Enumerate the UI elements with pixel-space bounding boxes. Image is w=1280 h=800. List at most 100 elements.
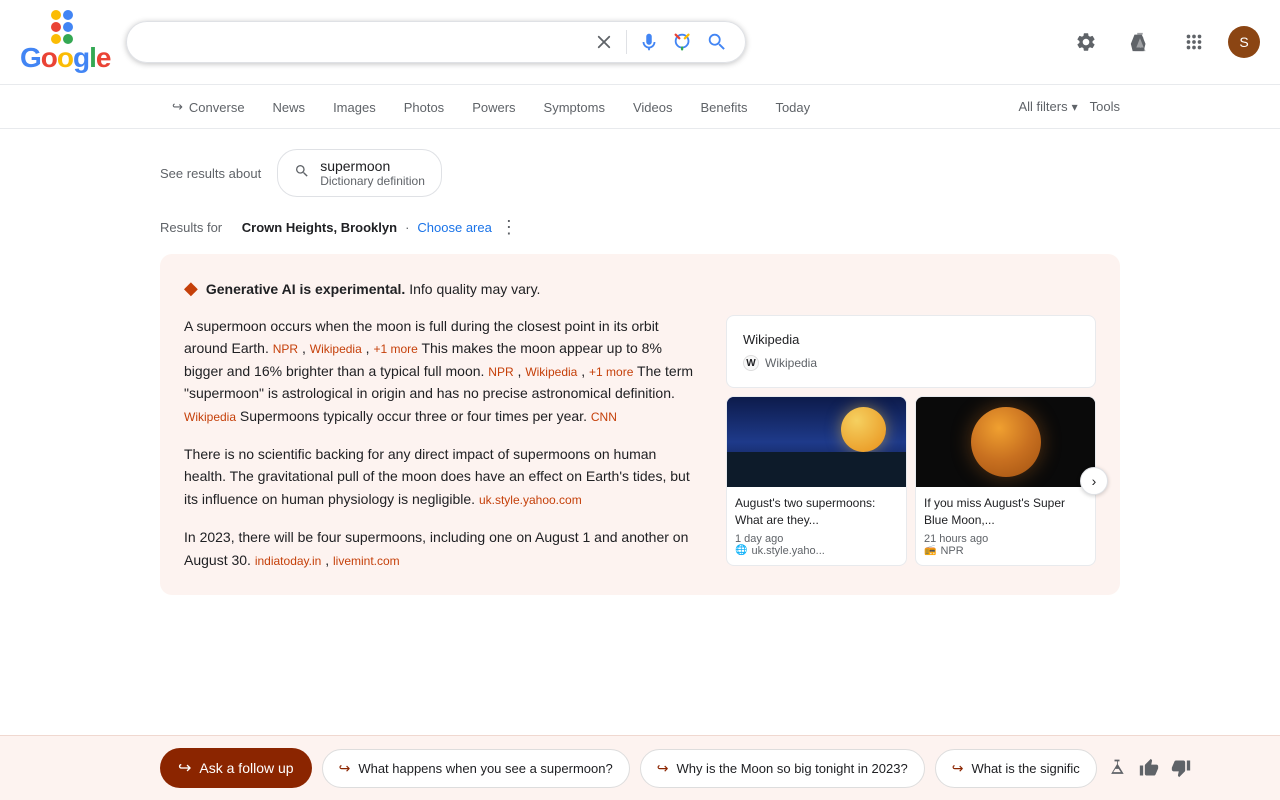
news-card-1-content: August's two supermoons: What are they..… <box>727 487 906 565</box>
apps-button[interactable] <box>1174 22 1214 62</box>
followup-suggestion-1[interactable]: ↪ What happens when you see a supermoon? <box>322 749 630 788</box>
see-results-sub: Dictionary definition <box>320 174 425 188</box>
ai-content: A supermoon occurs when the moon is full… <box>184 315 1096 571</box>
location-dot: · <box>405 220 409 235</box>
ask-followup-label: Ask a follow up <box>199 760 293 776</box>
all-filters-button[interactable]: All filters ▾ <box>1018 99 1077 114</box>
google-logo-dots <box>51 10 79 38</box>
plus1more-link-2[interactable]: +1 more <box>589 365 633 379</box>
ai-paragraph-2: There is no scientific backing for any d… <box>184 443 702 510</box>
dot-blue-1 <box>63 10 73 20</box>
ai-text: A supermoon occurs when the moon is full… <box>184 315 702 571</box>
logo-area: Google <box>20 10 110 74</box>
carousel-next-button[interactable]: › <box>1080 467 1108 495</box>
yahoo-link[interactable]: uk.style.yahoo.com <box>479 493 582 507</box>
tab-symptoms-label: Symptoms <box>544 100 605 115</box>
followup-suggestion-3-label: What is the signific <box>971 761 1079 776</box>
indiatoday-link[interactable]: indiatoday.in <box>255 554 322 568</box>
news-card-1[interactable]: August's two supermoons: What are they..… <box>726 396 907 566</box>
main-content: See results about supermoon Dictionary d… <box>0 129 1280 699</box>
ai-header: ◆ Generative AI is experimental. Info qu… <box>184 278 1096 299</box>
tab-symptoms[interactable]: Symptoms <box>532 90 617 128</box>
ai-right-panel: Wikipedia W Wikipedia <box>726 315 1096 571</box>
flask-icon-button[interactable] <box>1107 758 1127 778</box>
tab-images-label: Images <box>333 100 376 115</box>
see-results-card[interactable]: supermoon Dictionary definition <box>277 149 442 197</box>
cnn-link[interactable]: CNN <box>591 410 617 424</box>
followup-suggestion-2[interactable]: ↪ Why is the Moon so big tonight in 2023… <box>640 749 925 788</box>
avatar[interactable]: S <box>1228 26 1260 58</box>
clear-button[interactable] <box>592 30 616 54</box>
search-divider <box>626 30 627 54</box>
tab-powers[interactable]: Powers <box>460 90 527 128</box>
news-card-1-time: 1 day ago <box>735 533 898 545</box>
see-results-term: supermoon <box>320 158 425 174</box>
livemint-link[interactable]: livemint.com <box>333 554 400 568</box>
search-action-icons <box>592 30 729 54</box>
tab-images[interactable]: Images <box>321 90 388 128</box>
lens-search-button[interactable] <box>671 30 695 54</box>
news-card-1-image <box>727 397 906 487</box>
chevron-down-icon: ▾ <box>1072 100 1078 114</box>
wikipedia-link-3[interactable]: Wikipedia <box>184 410 236 424</box>
tabs-right-actions: All filters ▾ Tools <box>1018 99 1120 118</box>
tab-videos[interactable]: Videos <box>621 90 685 128</box>
settings-button[interactable] <box>1066 22 1106 62</box>
tab-videos-label: Videos <box>633 100 673 115</box>
thumbs-down-button[interactable] <box>1171 758 1191 778</box>
wikipedia-card[interactable]: Wikipedia W Wikipedia <box>726 315 1096 388</box>
search-input[interactable]: supermoon <box>143 33 582 51</box>
wikipedia-link-2[interactable]: Wikipedia <box>525 365 577 379</box>
wikipedia-source: W Wikipedia <box>743 355 1079 371</box>
news-card-2-image <box>916 397 1095 487</box>
ai-label: Generative AI is experimental. Info qual… <box>206 281 541 297</box>
ask-followup-button[interactable]: ↪ Ask a follow up <box>160 748 312 788</box>
search-box: supermoon <box>126 21 746 63</box>
dot-red-1 <box>51 22 61 32</box>
tab-powers-label: Powers <box>472 100 515 115</box>
wikipedia-card-label: Wikipedia <box>743 332 1079 347</box>
ai-label-bold: Generative AI is experimental. <box>206 281 405 297</box>
followup-arrow-icon-3: ↪ <box>952 760 964 777</box>
header-right: S <box>1066 22 1260 62</box>
news-card-2[interactable]: If you miss August's Super Blue Moon,...… <box>915 396 1096 566</box>
tab-benefits[interactable]: Benefits <box>688 90 759 128</box>
npr-link-2[interactable]: NPR <box>488 365 513 379</box>
npr-source-icon: 📻 <box>924 545 936 556</box>
followup-arrow-icon-2: ↪ <box>657 760 669 777</box>
search-button[interactable] <box>705 30 729 54</box>
moon-shape-2 <box>971 407 1041 477</box>
ask-followup-arrow-icon: ↪ <box>178 758 191 778</box>
see-results-about: See results about supermoon Dictionary d… <box>160 149 1120 197</box>
news-card-2-source: 📻 NPR <box>924 545 1087 557</box>
followup-suggestion-1-label: What happens when you see a supermoon? <box>358 761 612 776</box>
ai-paragraph-3: In 2023, there will be four supermoons, … <box>184 526 702 571</box>
plus1more-link-1[interactable]: +1 more <box>373 342 417 356</box>
tab-today[interactable]: Today <box>763 90 822 128</box>
wikipedia-link-1[interactable]: Wikipedia <box>310 342 362 356</box>
npr-link-1[interactable]: NPR <box>273 342 298 356</box>
tabs-bar: ↪ Converse News Images Photos Powers Sym… <box>0 85 1280 129</box>
tab-photos[interactable]: Photos <box>392 90 456 128</box>
more-options-button[interactable]: ⋮ <box>500 217 518 238</box>
tab-converse[interactable]: ↪ Converse <box>160 89 257 128</box>
converse-icon: ↪ <box>172 99 183 115</box>
labs-button[interactable] <box>1120 22 1160 62</box>
news-cards: August's two supermoons: What are they..… <box>726 396 1096 566</box>
wikipedia-w-icon: W <box>743 355 759 371</box>
followup-arrow-icon-1: ↪ <box>339 760 351 777</box>
tab-benefits-label: Benefits <box>700 100 747 115</box>
followup-suggestion-3[interactable]: ↪ What is the signific <box>935 749 1097 788</box>
tabs-list: ↪ Converse News Images Photos Powers Sym… <box>160 89 1018 128</box>
tab-news-label: News <box>273 100 306 115</box>
thumbs-up-button[interactable] <box>1139 758 1159 778</box>
choose-area-link[interactable]: Choose area <box>417 220 491 235</box>
dot-blue-2 <box>63 22 73 32</box>
tools-button[interactable]: Tools <box>1090 99 1120 114</box>
voice-search-button[interactable] <box>637 30 661 54</box>
tab-news[interactable]: News <box>261 90 318 128</box>
see-results-info: supermoon Dictionary definition <box>320 158 425 188</box>
moon-shape-1 <box>841 407 886 452</box>
header: Google supermoon <box>0 0 1280 85</box>
dot-yellow-1 <box>51 10 61 20</box>
